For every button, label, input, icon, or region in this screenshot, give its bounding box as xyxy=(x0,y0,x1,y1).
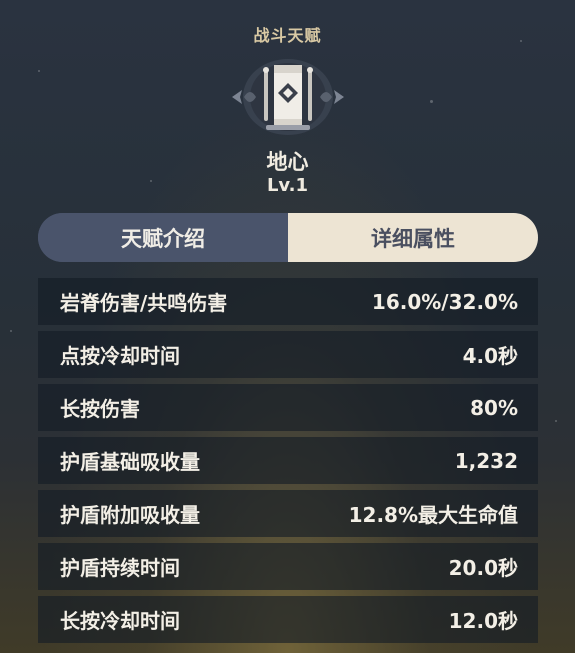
attribute-value: 1,232 xyxy=(454,448,518,473)
attribute-value: 4.0秒 xyxy=(462,344,518,368)
attribute-value: 12.8%最大生命值 xyxy=(348,503,518,527)
talent-level: Lv.1 xyxy=(266,175,309,196)
attribute-value: 20.0秒 xyxy=(448,556,518,580)
tab-talent-intro[interactable]: 天赋介绍 xyxy=(38,213,288,262)
background-star xyxy=(430,100,433,103)
attribute-list: 岩脊伤害/共鸣伤害 16.0%/32.0% 点按冷却时间 4.0秒 长按伤害 8… xyxy=(38,278,538,649)
attribute-label: 长按伤害 xyxy=(60,397,140,421)
attribute-row: 护盾附加吸收量 12.8%最大生命值 xyxy=(38,490,538,537)
tab-detailed-attributes[interactable]: 详细属性 xyxy=(288,213,538,262)
attribute-label: 护盾基础吸收量 xyxy=(60,450,200,474)
attribute-label: 岩脊伤害/共鸣伤害 xyxy=(60,291,228,315)
attribute-value: 80% xyxy=(470,395,518,420)
section-title: 战斗天赋 xyxy=(253,26,322,45)
attribute-label: 长按冷却时间 xyxy=(60,609,180,633)
attribute-row: 长按伤害 80% xyxy=(38,384,538,431)
talent-name: 地心 xyxy=(266,150,309,174)
attribute-label: 护盾附加吸收量 xyxy=(60,503,200,527)
attribute-row: 长按冷却时间 12.0秒 xyxy=(38,596,538,643)
background-star xyxy=(38,70,40,72)
attribute-row: 护盾持续时间 20.0秒 xyxy=(38,543,538,590)
background-star xyxy=(10,330,12,332)
attribute-row: 岩脊伤害/共鸣伤害 16.0%/32.0% xyxy=(38,278,538,325)
talent-emblem-icon xyxy=(232,59,344,135)
attribute-value: 16.0%/32.0% xyxy=(371,289,518,314)
background-star xyxy=(555,420,557,422)
attribute-label: 护盾持续时间 xyxy=(60,556,180,580)
attribute-label: 点按冷却时间 xyxy=(60,344,180,368)
attribute-value: 12.0秒 xyxy=(448,609,518,633)
tab-bar: 天赋介绍 详细属性 xyxy=(38,213,538,262)
attribute-row: 护盾基础吸收量 1,232 xyxy=(38,437,538,484)
attribute-row: 点按冷却时间 4.0秒 xyxy=(38,331,538,378)
